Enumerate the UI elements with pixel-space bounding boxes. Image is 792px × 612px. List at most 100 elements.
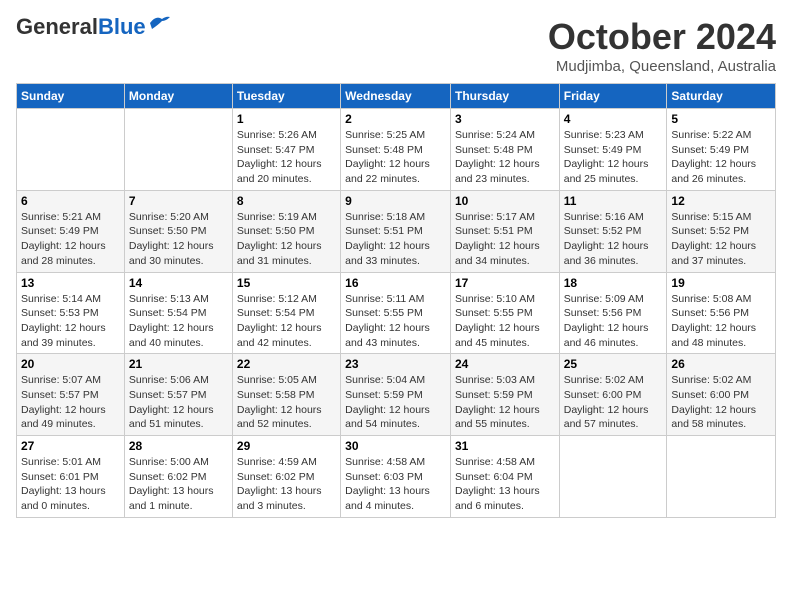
logo-text: GeneralBlue	[16, 16, 146, 38]
calendar-cell: 31 Sunrise: 4:58 AM Sunset: 6:04 PM Dayli…	[450, 436, 559, 518]
calendar-cell: 19 Sunrise: 5:08 AM Sunset: 5:56 PM Dayli…	[667, 272, 776, 354]
day-number: 4	[564, 112, 663, 126]
day-info: Sunrise: 5:09 AM Sunset: 5:56 PM Dayligh…	[564, 292, 663, 351]
day-info: Sunrise: 5:22 AM Sunset: 5:49 PM Dayligh…	[671, 128, 771, 187]
day-info: Sunrise: 4:58 AM Sunset: 6:04 PM Dayligh…	[455, 455, 555, 514]
calendar-cell: 25 Sunrise: 5:02 AM Sunset: 6:00 PM Dayli…	[559, 354, 667, 436]
day-number: 17	[455, 276, 555, 290]
weekday-header-monday: Monday	[124, 84, 232, 109]
weekday-header-row: SundayMondayTuesdayWednesdayThursdayFrid…	[17, 84, 776, 109]
day-number: 5	[671, 112, 771, 126]
weekday-header-friday: Friday	[559, 84, 667, 109]
calendar-cell: 28 Sunrise: 5:00 AM Sunset: 6:02 PM Dayli…	[124, 436, 232, 518]
day-info: Sunrise: 5:19 AM Sunset: 5:50 PM Dayligh…	[237, 210, 336, 269]
day-info: Sunrise: 5:03 AM Sunset: 5:59 PM Dayligh…	[455, 373, 555, 432]
calendar-cell: 16 Sunrise: 5:11 AM Sunset: 5:55 PM Dayli…	[341, 272, 451, 354]
weekday-header-sunday: Sunday	[17, 84, 125, 109]
calendar-cell: 11 Sunrise: 5:16 AM Sunset: 5:52 PM Dayli…	[559, 190, 667, 272]
day-info: Sunrise: 5:26 AM Sunset: 5:47 PM Dayligh…	[237, 128, 336, 187]
logo: GeneralBlue	[16, 16, 170, 38]
day-number: 6	[21, 194, 120, 208]
calendar-cell	[124, 109, 232, 191]
calendar-cell: 29Sunrise: 4:59 AM Sunset: 6:02 PM Dayli…	[232, 436, 340, 518]
week-row-4: 20Sunrise: 5:07 AM Sunset: 5:57 PM Dayli…	[17, 354, 776, 436]
calendar-cell	[17, 109, 125, 191]
day-number: 27	[21, 439, 120, 453]
location-text: Mudjimba, Queensland, Australia	[548, 58, 776, 75]
calendar-cell	[667, 436, 776, 518]
calendar-cell: 27 Sunrise: 5:01 AM Sunset: 6:01 PM Dayli…	[17, 436, 125, 518]
day-info: Sunrise: 5:13 AM Sunset: 5:54 PM Dayligh…	[129, 292, 228, 351]
day-number: 28	[129, 439, 228, 453]
day-info: Sunrise: 5:24 AM Sunset: 5:48 PM Dayligh…	[455, 128, 555, 187]
calendar-cell: 20Sunrise: 5:07 AM Sunset: 5:57 PM Dayli…	[17, 354, 125, 436]
day-number: 22	[237, 357, 336, 371]
day-number: 19	[671, 276, 771, 290]
calendar-cell: 22Sunrise: 5:05 AM Sunset: 5:58 PM Dayli…	[232, 354, 340, 436]
day-number: 3	[455, 112, 555, 126]
day-info: Sunrise: 5:04 AM Sunset: 5:59 PM Dayligh…	[345, 373, 446, 432]
day-info: Sunrise: 5:11 AM Sunset: 5:55 PM Dayligh…	[345, 292, 446, 351]
calendar-cell: 8Sunrise: 5:19 AM Sunset: 5:50 PM Daylig…	[232, 190, 340, 272]
calendar-cell: 7 Sunrise: 5:20 AM Sunset: 5:50 PM Daylig…	[124, 190, 232, 272]
day-number: 13	[21, 276, 120, 290]
day-info: Sunrise: 5:14 AM Sunset: 5:53 PM Dayligh…	[21, 292, 120, 351]
week-row-5: 27 Sunrise: 5:01 AM Sunset: 6:01 PM Dayli…	[17, 436, 776, 518]
day-number: 18	[564, 276, 663, 290]
day-number: 10	[455, 194, 555, 208]
calendar-cell: 9 Sunrise: 5:18 AM Sunset: 5:51 PM Daylig…	[341, 190, 451, 272]
day-info: Sunrise: 5:02 AM Sunset: 6:00 PM Dayligh…	[564, 373, 663, 432]
calendar-cell: 26Sunrise: 5:02 AM Sunset: 6:00 PM Dayli…	[667, 354, 776, 436]
calendar-cell: 12 Sunrise: 5:15 AM Sunset: 5:52 PM Dayli…	[667, 190, 776, 272]
day-info: Sunrise: 4:58 AM Sunset: 6:03 PM Dayligh…	[345, 455, 446, 514]
day-number: 14	[129, 276, 228, 290]
calendar-cell: 6Sunrise: 5:21 AM Sunset: 5:49 PM Daylig…	[17, 190, 125, 272]
day-number: 21	[129, 357, 228, 371]
day-number: 25	[564, 357, 663, 371]
calendar-cell: 30 Sunrise: 4:58 AM Sunset: 6:03 PM Dayli…	[341, 436, 451, 518]
calendar-cell: 15Sunrise: 5:12 AM Sunset: 5:54 PM Dayli…	[232, 272, 340, 354]
day-info: Sunrise: 5:07 AM Sunset: 5:57 PM Dayligh…	[21, 373, 120, 432]
calendar-cell: 18 Sunrise: 5:09 AM Sunset: 5:56 PM Dayli…	[559, 272, 667, 354]
day-number: 16	[345, 276, 446, 290]
calendar-cell: 21Sunrise: 5:06 AM Sunset: 5:57 PM Dayli…	[124, 354, 232, 436]
calendar-cell: 14 Sunrise: 5:13 AM Sunset: 5:54 PM Dayli…	[124, 272, 232, 354]
day-number: 30	[345, 439, 446, 453]
calendar-cell: 1Sunrise: 5:26 AM Sunset: 5:47 PM Daylig…	[232, 109, 340, 191]
day-number: 31	[455, 439, 555, 453]
day-number: 24	[455, 357, 555, 371]
day-info: Sunrise: 5:00 AM Sunset: 6:02 PM Dayligh…	[129, 455, 228, 514]
weekday-header-thursday: Thursday	[450, 84, 559, 109]
day-info: Sunrise: 5:18 AM Sunset: 5:51 PM Dayligh…	[345, 210, 446, 269]
calendar-cell: 10Sunrise: 5:17 AM Sunset: 5:51 PM Dayli…	[450, 190, 559, 272]
page-header: GeneralBlue October 2024 Mudjimba, Queen…	[16, 16, 776, 75]
title-block: October 2024 Mudjimba, Queensland, Austr…	[548, 16, 776, 75]
day-info: Sunrise: 5:16 AM Sunset: 5:52 PM Dayligh…	[564, 210, 663, 269]
day-number: 12	[671, 194, 771, 208]
weekday-header-wednesday: Wednesday	[341, 84, 451, 109]
calendar-cell	[559, 436, 667, 518]
day-info: Sunrise: 5:23 AM Sunset: 5:49 PM Dayligh…	[564, 128, 663, 187]
calendar-cell: 23 Sunrise: 5:04 AM Sunset: 5:59 PM Dayli…	[341, 354, 451, 436]
weekday-header-tuesday: Tuesday	[232, 84, 340, 109]
day-info: Sunrise: 5:01 AM Sunset: 6:01 PM Dayligh…	[21, 455, 120, 514]
month-year-title: October 2024	[548, 16, 776, 58]
day-info: Sunrise: 5:25 AM Sunset: 5:48 PM Dayligh…	[345, 128, 446, 187]
day-info: Sunrise: 5:02 AM Sunset: 6:00 PM Dayligh…	[671, 373, 771, 432]
day-number: 2	[345, 112, 446, 126]
day-info: Sunrise: 5:08 AM Sunset: 5:56 PM Dayligh…	[671, 292, 771, 351]
calendar-cell: 13 Sunrise: 5:14 AM Sunset: 5:53 PM Dayli…	[17, 272, 125, 354]
day-info: Sunrise: 5:10 AM Sunset: 5:55 PM Dayligh…	[455, 292, 555, 351]
calendar-cell: 24 Sunrise: 5:03 AM Sunset: 5:59 PM Dayli…	[450, 354, 559, 436]
calendar-cell: 17 Sunrise: 5:10 AM Sunset: 5:55 PM Dayli…	[450, 272, 559, 354]
calendar-cell: 4 Sunrise: 5:23 AM Sunset: 5:49 PM Daylig…	[559, 109, 667, 191]
day-number: 23	[345, 357, 446, 371]
day-info: Sunrise: 5:15 AM Sunset: 5:52 PM Dayligh…	[671, 210, 771, 269]
day-number: 11	[564, 194, 663, 208]
week-row-1: 1Sunrise: 5:26 AM Sunset: 5:47 PM Daylig…	[17, 109, 776, 191]
day-number: 9	[345, 194, 446, 208]
day-number: 7	[129, 194, 228, 208]
week-row-2: 6Sunrise: 5:21 AM Sunset: 5:49 PM Daylig…	[17, 190, 776, 272]
week-row-3: 13 Sunrise: 5:14 AM Sunset: 5:53 PM Dayli…	[17, 272, 776, 354]
day-info: Sunrise: 5:20 AM Sunset: 5:50 PM Dayligh…	[129, 210, 228, 269]
